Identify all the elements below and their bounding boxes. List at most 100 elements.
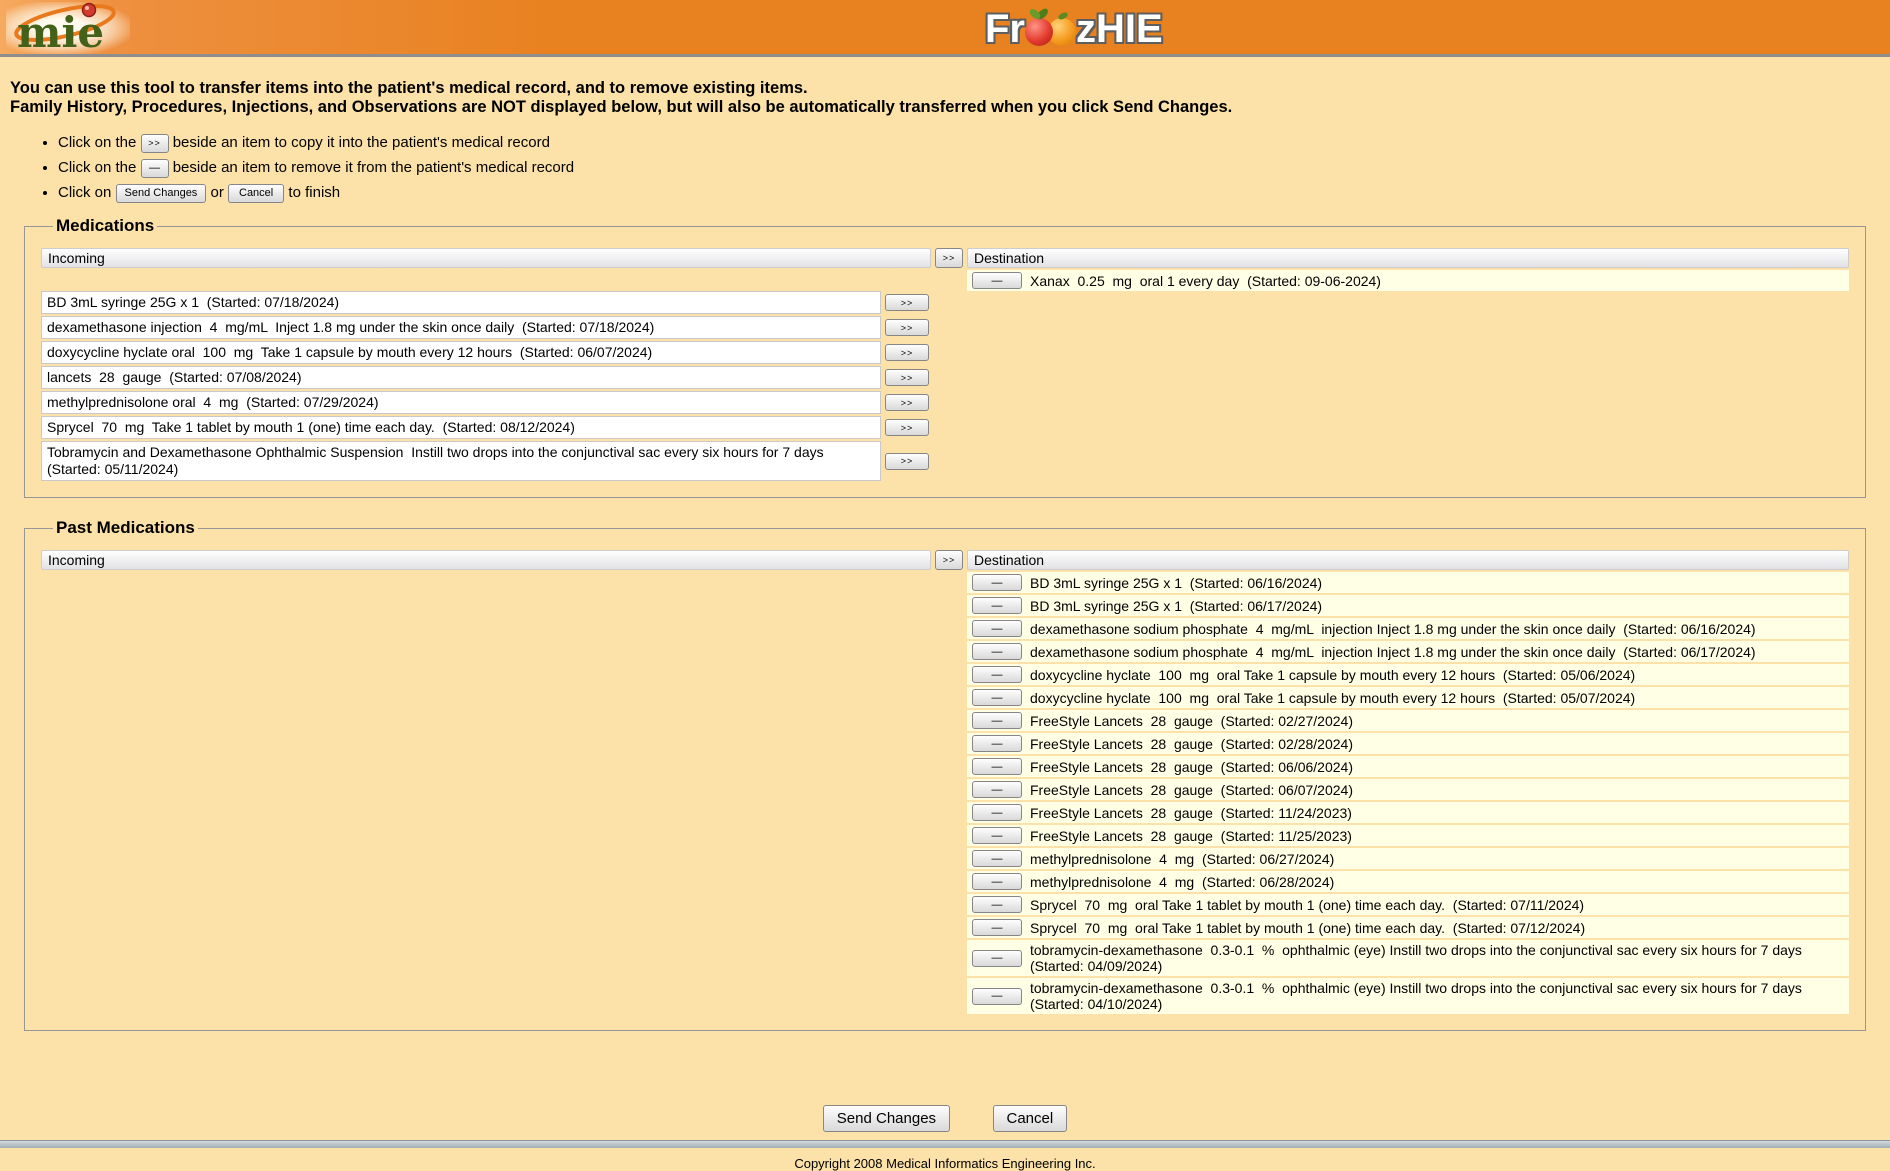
copy-item-button[interactable]: >> — [885, 319, 929, 336]
copy-item-button[interactable]: >> — [885, 294, 929, 311]
medication-text: tobramycin-dexamethasone 0.3-0.1 % ophth… — [1025, 980, 1845, 1012]
medication-text: methylprednisolone oral 4 mg (Started: 0… — [41, 391, 881, 414]
destination-medication-row: —tobramycin-dexamethasone 0.3-0.1 % opht… — [967, 940, 1849, 976]
instruction-finish: Click on Send Changes or Cancel to finis… — [58, 182, 1890, 203]
medication-text: dexamethasone sodium phosphate 4 mg/mL i… — [1025, 644, 1845, 660]
app-title: Fr zHIE — [985, 5, 1163, 53]
remove-item-button[interactable]: — — [972, 620, 1022, 637]
remove-item-button[interactable]: — — [972, 597, 1022, 614]
destination-medication-row: —Sprycel 70 mg oral Take 1 tablet by mou… — [967, 917, 1849, 938]
instruction-remove-prefix: Click on the — [58, 159, 136, 176]
medications-section: Medications Incoming BD 3mL syringe 25G … — [24, 216, 1866, 498]
medication-text: Sprycel 70 mg Take 1 tablet by mouth 1 (… — [41, 416, 881, 439]
past-medications-legend: Past Medications — [53, 518, 198, 538]
mie-logo: mie — [6, 2, 130, 54]
remove-item-button[interactable]: — — [972, 873, 1022, 890]
destination-medication-row: —FreeStyle Lancets 28 gauge (Started: 11… — [967, 802, 1849, 823]
medication-text: FreeStyle Lancets 28 gauge (Started: 02/… — [1025, 713, 1845, 729]
medication-text: FreeStyle Lancets 28 gauge (Started: 06/… — [1025, 759, 1845, 775]
remove-item-button[interactable]: — — [972, 643, 1022, 660]
medication-text: FreeStyle Lancets 28 gauge (Started: 02/… — [1025, 736, 1845, 752]
medications-legend: Medications — [53, 216, 157, 236]
remove-example-button: — — [141, 159, 169, 178]
incoming-medication-row: BD 3mL syringe 25G x 1 (Started: 07/18/2… — [41, 291, 931, 314]
instruction-finish-or: or — [210, 184, 223, 201]
send-changes-button[interactable]: Send Changes — [823, 1105, 950, 1132]
remove-item-button[interactable]: — — [972, 666, 1022, 683]
intro-line-2: Family History, Procedures, Injections, … — [10, 98, 1890, 117]
medication-text: Sprycel 70 mg oral Take 1 tablet by mout… — [1025, 897, 1845, 913]
cancel-button[interactable]: Cancel — [993, 1105, 1068, 1132]
medication-text: doxycycline hyclate oral 100 mg Take 1 c… — [41, 341, 881, 364]
copy-example-button: >> — [141, 134, 169, 153]
remove-item-button[interactable]: — — [972, 919, 1022, 936]
destination-medication-row: —FreeStyle Lancets 28 gauge (Started: 06… — [967, 779, 1849, 800]
medication-text: FreeStyle Lancets 28 gauge (Started: 11/… — [1025, 805, 1845, 821]
past-medications-destination-header: Destination — [967, 550, 1849, 570]
medications-incoming-header: Incoming — [41, 248, 931, 268]
medication-text: methylprednisolone 4 mg (Started: 06/28/… — [1025, 874, 1845, 890]
remove-item-button[interactable]: — — [972, 574, 1022, 591]
remove-item-button[interactable]: — — [972, 781, 1022, 798]
medication-text: tobramycin-dexamethasone 0.3-0.1 % ophth… — [1025, 942, 1845, 974]
action-bar: Send Changes Cancel — [0, 1105, 1890, 1132]
app-header: mie Fr zHIE — [0, 0, 1890, 57]
app-title-suffix: zHIE — [1076, 7, 1163, 51]
destination-medication-row: —doxycycline hyclate 100 mg oral Take 1 … — [967, 687, 1849, 708]
medication-text: BD 3mL syringe 25G x 1 (Started: 06/17/2… — [1025, 598, 1845, 614]
remove-item-button[interactable]: — — [972, 735, 1022, 752]
destination-medication-row: —FreeStyle Lancets 28 gauge (Started: 02… — [967, 733, 1849, 754]
instruction-copy: Click on the >> beside an item to copy i… — [58, 132, 1890, 153]
medication-text: methylprednisolone 4 mg (Started: 06/27/… — [1025, 851, 1845, 867]
remove-item-button[interactable]: — — [972, 272, 1022, 289]
medication-text: doxycycline hyclate 100 mg oral Take 1 c… — [1025, 690, 1845, 706]
remove-item-button[interactable]: — — [972, 950, 1022, 967]
past-medications-section: Past Medications Incoming >> Destination… — [24, 518, 1866, 1031]
copy-item-button[interactable]: >> — [885, 419, 929, 436]
incoming-medication-row: lancets 28 gauge (Started: 07/08/2024)>> — [41, 366, 931, 389]
mie-logo-icon: mie — [9, 2, 127, 54]
instruction-remove-suffix: beside an item to remove it from the pat… — [173, 159, 574, 176]
remove-item-button[interactable]: — — [972, 689, 1022, 706]
medication-text: dexamethasone injection 4 mg/mL Inject 1… — [41, 316, 881, 339]
copy-item-button[interactable]: >> — [885, 453, 929, 470]
copyright-text: Copyright 2008 Medical Informatics Engin… — [0, 1156, 1890, 1171]
incoming-medication-row: doxycycline hyclate oral 100 mg Take 1 c… — [41, 341, 931, 364]
instruction-list: Click on the >> beside an item to copy i… — [58, 132, 1890, 203]
destination-medication-row: —Xanax 0.25 mg oral 1 every day (Started… — [967, 270, 1849, 291]
destination-medication-row: —dexamethasone sodium phosphate 4 mg/mL … — [967, 641, 1849, 662]
remove-item-button[interactable]: — — [972, 896, 1022, 913]
past-medications-transfer-all-button[interactable]: >> — [935, 550, 963, 570]
apple-icon — [1025, 18, 1053, 46]
medication-text: Sprycel 70 mg oral Take 1 tablet by mout… — [1025, 920, 1845, 936]
instruction-finish-prefix: Click on — [58, 184, 111, 201]
medication-text: Xanax 0.25 mg oral 1 every day (Started:… — [1025, 273, 1845, 289]
bottom-strip — [0, 1140, 1890, 1148]
instruction-remove: Click on the — beside an item to remove … — [58, 157, 1890, 178]
copy-item-button[interactable]: >> — [885, 394, 929, 411]
remove-item-button[interactable]: — — [972, 850, 1022, 867]
past-medications-destination-list: —BD 3mL syringe 25G x 1 (Started: 06/16/… — [967, 572, 1849, 1014]
destination-medication-row: —doxycycline hyclate 100 mg oral Take 1 … — [967, 664, 1849, 685]
incoming-medication-row: Tobramycin and Dexamethasone Ophthalmic … — [41, 441, 931, 481]
intro-line-1: You can use this tool to transfer items … — [10, 79, 1890, 98]
destination-medication-row: —methylprednisolone 4 mg (Started: 06/28… — [967, 871, 1849, 892]
remove-item-button[interactable]: — — [972, 758, 1022, 775]
destination-medication-row: —FreeStyle Lancets 28 gauge (Started: 02… — [967, 710, 1849, 731]
medication-text: doxycycline hyclate 100 mg oral Take 1 c… — [1025, 667, 1845, 683]
remove-item-button[interactable]: — — [972, 988, 1022, 1005]
copy-item-button[interactable]: >> — [885, 344, 929, 361]
medication-text: FreeStyle Lancets 28 gauge (Started: 11/… — [1025, 828, 1845, 844]
medications-transfer-all-button[interactable]: >> — [935, 248, 963, 268]
remove-item-button[interactable]: — — [972, 827, 1022, 844]
destination-medication-row: —FreeStyle Lancets 28 gauge (Started: 06… — [967, 756, 1849, 777]
remove-item-button[interactable]: — — [972, 804, 1022, 821]
instruction-finish-suffix: to finish — [288, 184, 340, 201]
medication-text: BD 3mL syringe 25G x 1 (Started: 06/16/2… — [1025, 575, 1845, 591]
medication-text: FreeStyle Lancets 28 gauge (Started: 06/… — [1025, 782, 1845, 798]
remove-item-button[interactable]: — — [972, 712, 1022, 729]
incoming-medication-row: methylprednisolone oral 4 mg (Started: 0… — [41, 391, 931, 414]
app-title-prefix: Fr — [985, 7, 1025, 51]
instruction-copy-prefix: Click on the — [58, 134, 136, 151]
copy-item-button[interactable]: >> — [885, 369, 929, 386]
